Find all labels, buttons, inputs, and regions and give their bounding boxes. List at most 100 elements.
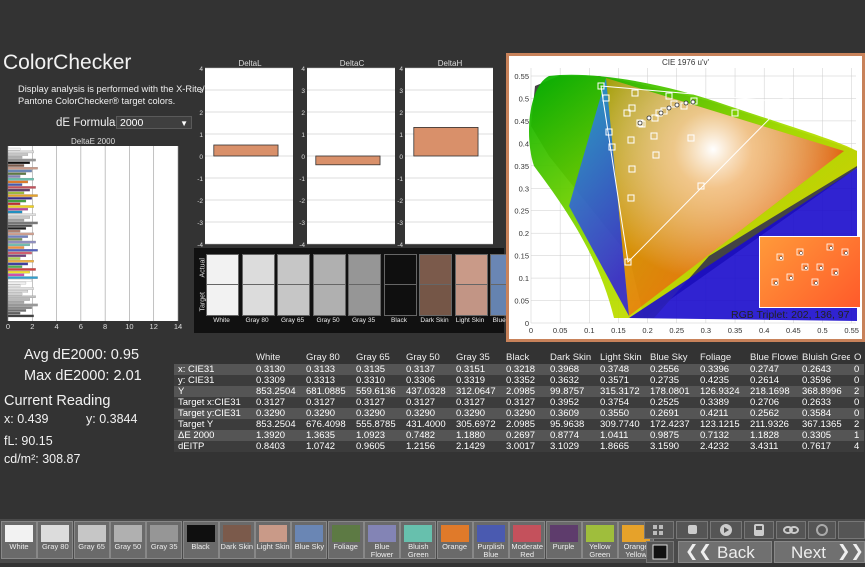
- table-cell: 1.0742: [302, 441, 352, 452]
- deltae-bar: [7, 311, 21, 315]
- color-swatch-button[interactable]: Purplish Blue: [472, 521, 509, 559]
- color-swatch-button[interactable]: Dark Skin: [218, 521, 255, 559]
- deltae-bar: [7, 156, 23, 159]
- table-cell: 0.3135: [352, 364, 402, 375]
- color-swatch-button[interactable]: White: [1, 521, 37, 559]
- back-arrow-icon: ❮❮: [685, 543, 712, 560]
- color-swatch-button[interactable]: Bluish Green: [400, 521, 437, 559]
- table-cell: 0.3218: [502, 364, 546, 375]
- current-reading-title: Current Reading: [4, 393, 111, 409]
- swatch-chip: [585, 525, 614, 542]
- color-swatch-button[interactable]: Foliage: [327, 521, 364, 559]
- table-cell: 0.3305: [798, 430, 850, 441]
- deltae-bar: [7, 186, 36, 189]
- de-formula-value: 2000: [120, 117, 144, 129]
- swatch-chip: [150, 525, 179, 542]
- color-swatch-button[interactable]: Gray 35: [146, 521, 183, 559]
- color-swatch-button[interactable]: Purple: [545, 521, 582, 559]
- inset-measured-marker: [789, 276, 793, 280]
- table-cell: 0.3596: [798, 375, 850, 386]
- swatch-label: Gray 65: [78, 542, 105, 551]
- cie-x-tick-label: 0.2: [642, 326, 652, 335]
- current-fl: fL: 90.15: [4, 434, 53, 448]
- table-cell: 1.3920: [252, 430, 302, 441]
- table-cell: 368.8996: [798, 386, 850, 397]
- deltae-bar: [7, 183, 23, 186]
- swatch-chip: [5, 525, 33, 542]
- deltae-bar: [7, 240, 36, 244]
- save-icon[interactable]: [744, 521, 774, 539]
- swatch-label: Orange: [442, 542, 468, 551]
- deltae-tick-label: 0: [6, 322, 10, 331]
- link-icon[interactable]: [776, 521, 806, 539]
- stop-record-icon[interactable]: [676, 521, 708, 539]
- avg-de: Avg dE2000: 0.95: [24, 347, 140, 363]
- play-icon[interactable]: [710, 521, 742, 539]
- deltae-tick-label: 4: [54, 322, 58, 331]
- deltae-bar: [7, 243, 30, 247]
- deltae-bar: [7, 273, 25, 277]
- grid-icon[interactable]: [644, 521, 674, 539]
- extra-icon[interactable]: [838, 521, 865, 539]
- cie-y-tick-label: 0.4: [519, 139, 529, 148]
- delta-tick-label: 3: [399, 88, 403, 95]
- table-cell: 0.9875: [646, 430, 696, 441]
- table-cell: 0.2747: [746, 364, 798, 375]
- color-swatch-button[interactable]: Blue Flower: [364, 521, 400, 559]
- de-formula-select[interactable]: 2000 ▼: [116, 116, 192, 129]
- cie-measured-marker: [637, 120, 643, 126]
- inset-measured-marker: [804, 266, 808, 270]
- table-cell: 853.2504: [252, 386, 302, 397]
- cie-x-tick-label: 0.05: [553, 326, 568, 335]
- actual-swatch: [383, 254, 417, 286]
- inset-measured-marker: [819, 266, 823, 270]
- color-swatch-button[interactable]: Moderate Red: [509, 521, 546, 559]
- table-cell: 0.3127: [402, 397, 452, 408]
- deltae-bar: [7, 224, 32, 227]
- table-cell: 0.9605: [352, 441, 402, 452]
- stop-icon[interactable]: [646, 541, 674, 563]
- table-cell: 3.4311: [746, 441, 798, 452]
- table-cell: 0.8403: [252, 441, 302, 452]
- table-cell: 315.3172: [596, 386, 646, 397]
- color-swatch-button[interactable]: Gray 50: [109, 521, 146, 559]
- color-swatch-button[interactable]: Yellow Green: [581, 521, 618, 559]
- delta-tick-label: 0: [301, 154, 305, 161]
- color-swatch-button[interactable]: Orange: [436, 521, 473, 559]
- deltae-bar: [7, 303, 38, 307]
- table-cell: 0.3754: [596, 397, 646, 408]
- swatch-compare-label: Light Skin: [455, 317, 485, 324]
- color-swatch-button[interactable]: Gray 65: [73, 521, 110, 559]
- table-cell: 853.2504: [252, 419, 302, 430]
- swatch-compare-label: Gray 35: [351, 317, 376, 324]
- table-cell: 2.0985: [502, 419, 546, 430]
- table-cell: 0.3952: [546, 397, 596, 408]
- swatch-chip: [259, 525, 288, 542]
- settings-icon[interactable]: [808, 521, 836, 539]
- color-swatch-button[interactable]: Light Skin: [255, 521, 292, 559]
- cie-measured-marker: [666, 105, 672, 111]
- cie-x-tick-label: 0.3: [701, 326, 711, 335]
- deltae-bar: [7, 208, 29, 211]
- deltae-bar: [7, 260, 34, 263]
- swatch-label: Foliage: [333, 542, 358, 551]
- cie-y-tick-label: 0.45: [514, 117, 529, 126]
- table-cell: 0: [850, 364, 864, 375]
- table-cell: 0.3389: [696, 397, 746, 408]
- swatch-compare-panel: Actual Target White Gray 80 Gray 65 Gray…: [194, 248, 523, 333]
- delta-tick-label: -3: [299, 220, 305, 227]
- delta-tick-label: 2: [399, 110, 403, 117]
- deltae-bar: [7, 279, 32, 282]
- swatch-label: Black: [191, 542, 210, 551]
- back-button[interactable]: ❮❮ Back: [678, 541, 772, 563]
- color-swatch-button[interactable]: Black: [182, 521, 219, 559]
- table-header: Gray 35: [456, 352, 490, 363]
- table-cell: dEITP: [174, 441, 252, 452]
- table-cell: 0.3968: [546, 364, 596, 375]
- next-button[interactable]: Next ❯❯: [774, 541, 865, 563]
- swatch-compare-item: Gray 50: [312, 248, 346, 333]
- color-swatch-button[interactable]: Gray 80: [37, 521, 74, 559]
- table-cell: 0.2691: [646, 408, 696, 419]
- color-swatch-button[interactable]: Blue Sky: [291, 521, 328, 559]
- table-cell: 312.0647: [452, 386, 502, 397]
